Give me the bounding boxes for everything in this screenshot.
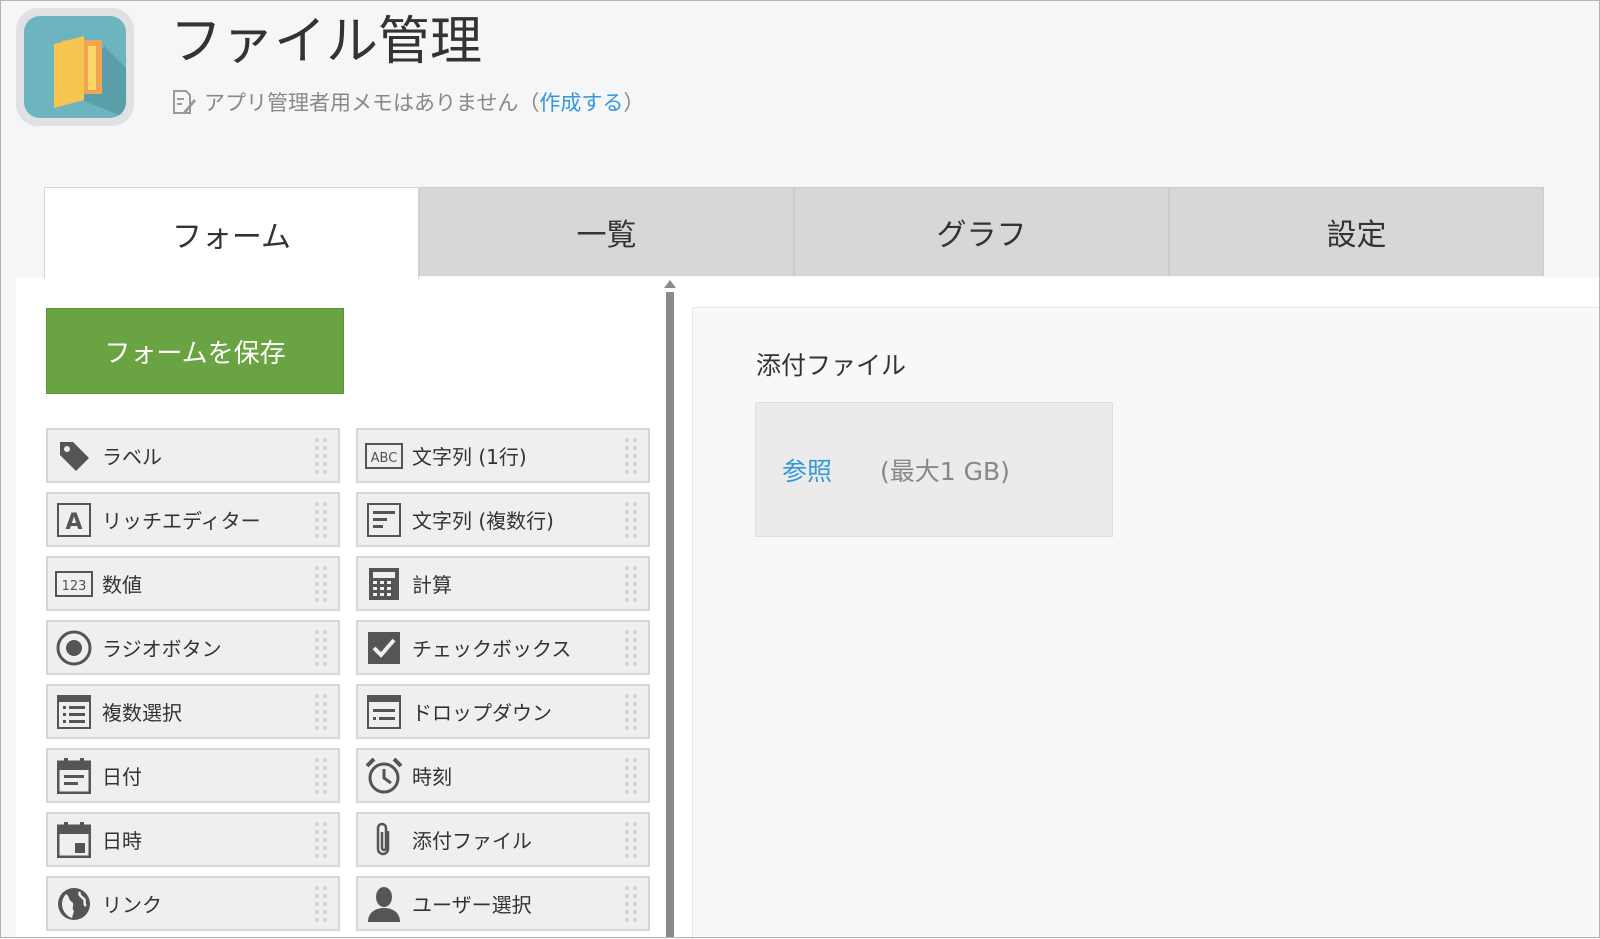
- memo-edit-icon: [173, 90, 196, 114]
- drag-handle-icon[interactable]: [312, 436, 330, 476]
- number-icon: 123: [54, 564, 94, 604]
- drag-handle-icon[interactable]: [312, 820, 330, 860]
- palette-item-attachment[interactable]: 添付ファイル: [356, 812, 650, 867]
- palette-item-dropdown[interactable]: ドロップダウン: [356, 684, 650, 739]
- drag-handle-icon[interactable]: [622, 436, 640, 476]
- palette-item-user-selection[interactable]: ユーザー選択: [356, 876, 650, 931]
- palette-item-multi-line-text[interactable]: 文字列 (複数行): [356, 492, 650, 547]
- drag-handle-icon[interactable]: [312, 500, 330, 540]
- svg-text:ABC: ABC: [371, 451, 398, 466]
- drag-handle-icon[interactable]: [312, 564, 330, 604]
- palette-item-calculated[interactable]: 計算: [356, 556, 650, 611]
- settings-tabs: フォーム 一覧 グラフ 設定: [44, 187, 1544, 279]
- drag-handle-icon[interactable]: [622, 564, 640, 604]
- drag-handle-icon[interactable]: [622, 820, 640, 860]
- tab-graph[interactable]: グラフ: [794, 187, 1169, 276]
- calendar-icon: [54, 756, 94, 796]
- palette-item-name: リンク: [102, 893, 162, 917]
- max-size-note: (最大1 GB): [880, 457, 1010, 486]
- palette-item-name: 日時: [102, 829, 142, 853]
- drag-handle-icon[interactable]: [622, 692, 640, 732]
- dropdown-icon: [364, 692, 404, 732]
- create-memo-link[interactable]: 作成する: [539, 87, 623, 117]
- palette-item-name: ラベル: [102, 445, 162, 469]
- memo-close-paren: ）: [623, 91, 645, 115]
- palette-item-name: 日付: [102, 765, 142, 789]
- palette-item-name: ラジオボタン: [102, 637, 222, 661]
- app-memo: アプリ管理者用メモはありません（ 作成する）: [172, 86, 644, 118]
- drag-handle-icon[interactable]: [312, 628, 330, 668]
- drag-handle-icon[interactable]: [312, 884, 330, 924]
- palette-item-name: 添付ファイル: [412, 829, 532, 853]
- palette-item-name: ドロップダウン: [412, 701, 552, 725]
- palette-item-name: リッチエディター: [102, 509, 261, 533]
- panel-splitter[interactable]: [666, 292, 674, 938]
- drag-handle-icon[interactable]: [622, 756, 640, 796]
- palette-item-number[interactable]: 123 数値: [46, 556, 340, 611]
- multi-select-icon: [54, 692, 94, 732]
- memo-text: アプリ管理者用メモはありません（: [204, 91, 540, 115]
- paperclip-icon: [364, 820, 404, 860]
- globe-icon: [54, 884, 94, 924]
- drag-handle-icon[interactable]: [622, 628, 640, 668]
- alarm-clock-icon: [364, 756, 404, 796]
- scroll-up-arrow[interactable]: [664, 280, 676, 288]
- svg-text:123: 123: [62, 579, 87, 594]
- palette-item-single-line-text[interactable]: ABC 文字列 (1行): [356, 428, 650, 483]
- palette-item-name: 文字列 (1行): [412, 445, 527, 469]
- tab-settings[interactable]: 設定: [1169, 187, 1544, 276]
- abc-text-icon: ABC: [364, 436, 404, 476]
- palette-item-multi-select[interactable]: 複数選択: [46, 684, 340, 739]
- drag-handle-icon[interactable]: [312, 756, 330, 796]
- palette-item-radio-button[interactable]: ラジオボタン: [46, 620, 340, 675]
- folder-icon: [54, 36, 126, 118]
- palette-item-name: 複数選択: [102, 701, 182, 725]
- radio-icon: [54, 628, 94, 668]
- app-icon: [16, 8, 134, 126]
- palette-item-checkbox[interactable]: チェックボックス: [356, 620, 650, 675]
- palette-item-name: 時刻: [412, 765, 452, 789]
- tab-form[interactable]: フォーム: [44, 187, 419, 279]
- drag-handle-icon[interactable]: [622, 500, 640, 540]
- palette-item-label[interactable]: ラベル: [46, 428, 340, 483]
- page-title: ファイル管理: [170, 12, 483, 72]
- svg-text:A: A: [65, 510, 82, 535]
- attachment-field-title: 添付ファイル: [756, 351, 907, 380]
- palette-item-name: チェックボックス: [412, 637, 572, 661]
- rich-editor-icon: A: [54, 500, 94, 540]
- calendar-datetime-icon: [54, 820, 94, 860]
- drag-handle-icon[interactable]: [312, 692, 330, 732]
- palette-item-name: ユーザー選択: [412, 893, 532, 917]
- palette-item-name: 計算: [412, 573, 452, 597]
- multiline-text-icon: [364, 500, 404, 540]
- calculator-icon: [364, 564, 404, 604]
- drag-handle-icon[interactable]: [622, 884, 640, 924]
- palette-item-datetime[interactable]: 日時: [46, 812, 340, 867]
- tab-list[interactable]: 一覧: [419, 187, 794, 276]
- palette-item-link[interactable]: リンク: [46, 876, 340, 931]
- palette-item-name: 数値: [102, 573, 142, 597]
- palette-item-time[interactable]: 時刻: [356, 748, 650, 803]
- browse-link[interactable]: 参照: [782, 452, 832, 488]
- field-palette: ラベル ABC 文字列 (1行) A リッチエディター 文字列 (複数行) 12…: [46, 428, 650, 931]
- user-icon: [364, 884, 404, 924]
- palette-item-date[interactable]: 日付: [46, 748, 340, 803]
- checkbox-icon: [364, 628, 404, 668]
- tag-icon: [54, 436, 94, 476]
- palette-item-name: 文字列 (複数行): [412, 509, 554, 533]
- save-form-button[interactable]: フォームを保存: [46, 308, 344, 394]
- palette-item-rich-editor[interactable]: A リッチエディター: [46, 492, 340, 547]
